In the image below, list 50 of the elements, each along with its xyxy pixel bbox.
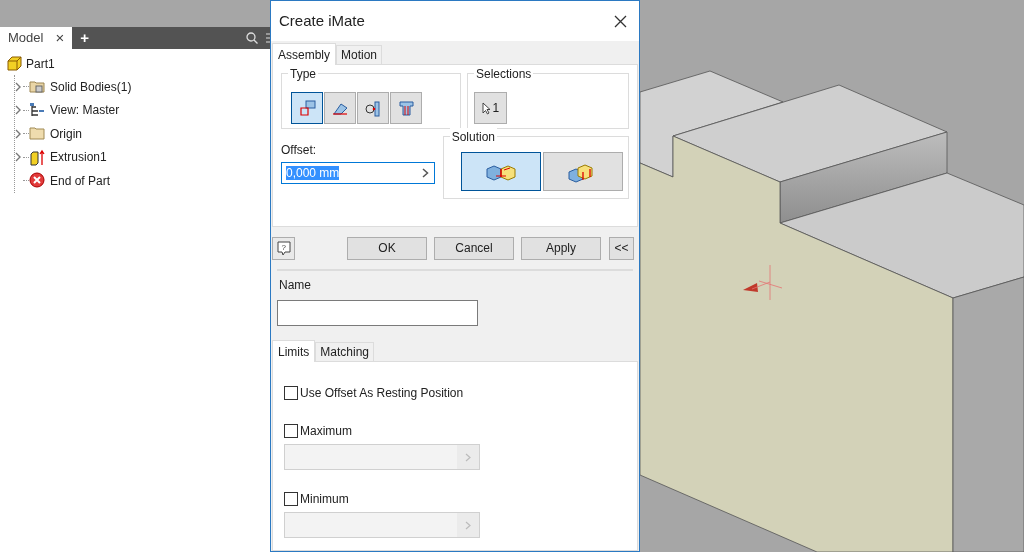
type-button[interactable] xyxy=(291,92,323,124)
close-icon[interactable]: × xyxy=(55,26,65,50)
name-field[interactable] xyxy=(277,300,478,326)
tree-view-icon xyxy=(29,101,46,119)
part-icon xyxy=(6,55,23,72)
tree-item[interactable]: Solid Bodies(1) xyxy=(50,77,132,96)
checkbox[interactable] xyxy=(284,386,298,400)
checkbox-label: Minimum xyxy=(300,491,349,508)
close-icon[interactable] xyxy=(614,14,627,28)
selection-button[interactable]: 1 xyxy=(473,92,507,124)
tree-item[interactable]: End of Part xyxy=(50,171,111,190)
tree-item[interactable]: View: Master xyxy=(50,101,120,120)
chevron-right-icon[interactable] xyxy=(15,152,23,163)
search-icon[interactable] xyxy=(246,32,258,44)
tangent-icon xyxy=(363,98,383,118)
type-button[interactable] xyxy=(357,92,389,124)
type-button[interactable] xyxy=(390,92,422,124)
tab[interactable]: Motion xyxy=(336,45,383,64)
tree-item[interactable]: Part1 xyxy=(26,54,55,73)
tab[interactable]: Assembly xyxy=(272,43,336,65)
cursor-icon xyxy=(481,101,491,115)
tab[interactable]: Matching xyxy=(315,342,375,361)
expand-button[interactable]: << xyxy=(609,236,634,260)
offset-label: Offset: xyxy=(281,142,318,159)
checkbox-label: Use Offset As Resting Position xyxy=(300,385,464,402)
solution-button[interactable] xyxy=(542,152,623,191)
type-button[interactable] xyxy=(324,92,356,124)
browser-tab[interactable]: Model × xyxy=(0,27,73,49)
chevron-right-icon[interactable] xyxy=(15,128,23,139)
solution-button[interactable] xyxy=(460,152,541,191)
tree-item[interactable]: Extrusion1 xyxy=(50,148,107,167)
error-icon xyxy=(29,172,46,190)
name-label: Name xyxy=(279,277,312,294)
checkbox-label: Maximum xyxy=(300,423,352,440)
tab[interactable]: Limits xyxy=(272,340,316,362)
chevron-right-icon[interactable] xyxy=(15,81,23,92)
chevron-right-icon[interactable] xyxy=(421,168,429,178)
folder-icon xyxy=(29,125,46,143)
add-tab-button[interactable]: + xyxy=(80,26,89,50)
tree-item[interactable]: Origin xyxy=(50,124,82,143)
chevron-right-icon[interactable] xyxy=(15,105,23,116)
dialog-button[interactable]: Cancel xyxy=(434,236,514,260)
dialog-title: Create iMate xyxy=(279,10,365,31)
extrusion-icon xyxy=(29,148,46,166)
dialog-button[interactable]: Apply xyxy=(521,236,601,260)
insert-icon xyxy=(396,98,416,118)
mate-icon xyxy=(297,98,317,118)
folder-icon xyxy=(29,78,46,96)
dialog-button[interactable]: OK xyxy=(347,236,427,260)
menu-icon[interactable] xyxy=(266,33,270,43)
